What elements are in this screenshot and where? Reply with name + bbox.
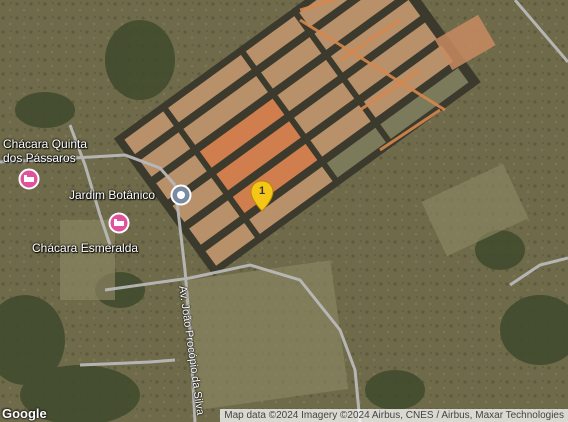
poi-marker-icon[interactable]	[170, 184, 192, 206]
place-label-jardim-botanico[interactable]: Jardim Botânico	[69, 188, 155, 202]
place-label-chacara-esmeralda[interactable]: Chácara Esmeralda	[32, 241, 138, 255]
google-logo: Google	[2, 406, 47, 421]
satellite-imagery	[0, 0, 568, 422]
lodging-marker-icon[interactable]	[18, 168, 40, 190]
map-attribution[interactable]: Map data ©2024 Imagery ©2024 Airbus, CNE…	[220, 409, 568, 422]
map-view[interactable]: Chácara Quinta dos Pássaros Jardim Botân…	[0, 0, 568, 422]
place-label-chacara-quinta[interactable]: Chácara Quinta dos Pássaros	[3, 137, 87, 165]
lodging-marker-icon[interactable]	[108, 212, 130, 234]
result-marker[interactable]: 1	[250, 180, 274, 217]
marker-number: 1	[258, 185, 266, 197]
